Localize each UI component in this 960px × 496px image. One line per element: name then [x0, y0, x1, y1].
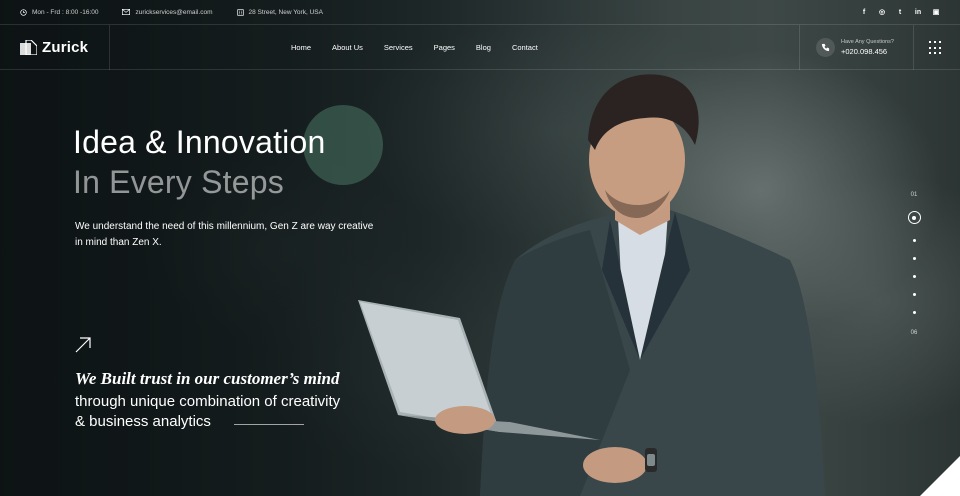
pager-dot[interactable]: [912, 257, 916, 260]
nav-item-blog[interactable]: Blog: [476, 43, 491, 52]
hero-title-line1: Idea & Innovation: [73, 124, 326, 160]
nav-item-services[interactable]: Services: [384, 43, 413, 52]
phone-icon: [816, 38, 835, 57]
social-links: f ◎ t in ▣: [860, 8, 940, 17]
email-text[interactable]: zurickservices@email.com: [135, 9, 212, 16]
tagline-divider: [234, 424, 304, 425]
contact-question: Have Any Questions?: [841, 39, 894, 45]
youtube-icon[interactable]: ▣: [932, 8, 940, 16]
hero-description: We understand the need of this millenniu…: [75, 221, 374, 248]
pager-first-number: 01: [910, 192, 918, 198]
pager-dot[interactable]: [912, 311, 916, 314]
pager-last-number: 06: [910, 330, 918, 336]
hero-title-line2: In Every Steps: [73, 164, 284, 200]
address-info: 28 Street, New York, USA: [236, 8, 323, 16]
top-info-bar: Mon - Frd : 8:00 -16:00 zurickservices@e…: [0, 0, 960, 25]
hero-person-image: [358, 74, 825, 496]
nav-item-home[interactable]: Home: [291, 43, 311, 52]
pager-dot[interactable]: [912, 239, 916, 242]
email-info[interactable]: zurickservices@email.com: [122, 9, 213, 16]
nav-item-about-us[interactable]: About Us: [332, 43, 363, 52]
nav-menu: Home About Us Services Pages Blog Contac…: [291, 25, 538, 70]
office-hours: Mon - Frd : 8:00 -16:00: [20, 9, 98, 16]
logo-mark-icon: [20, 40, 37, 55]
nav-item-contact[interactable]: Contact: [512, 43, 538, 52]
grid-menu-icon[interactable]: [929, 41, 943, 55]
contact-phone[interactable]: +020.098.456: [841, 47, 894, 56]
tagline-line1: through unique combination of creativity: [75, 393, 341, 410]
arrow-up-right-icon[interactable]: [74, 336, 92, 354]
clock-icon: [20, 8, 27, 16]
contact-box[interactable]: Have Any Questions? +020.098.456: [799, 25, 914, 70]
slider-pagination: 01 06: [898, 190, 930, 338]
contact-text: Have Any Questions? +020.098.456: [841, 39, 894, 56]
linkedin-icon[interactable]: in: [914, 9, 922, 16]
address-text: 28 Street, New York, USA: [248, 8, 323, 16]
instagram-icon[interactable]: ◎: [878, 8, 886, 16]
brand-name[interactable]: Zurick: [42, 39, 88, 56]
tagline-italic: We Built trust in our customer’s mind: [75, 369, 340, 388]
nav-item-pages[interactable]: Pages: [434, 43, 455, 52]
tagline-line2: & business analytics: [75, 413, 211, 430]
pager-active-dot[interactable]: [907, 211, 921, 224]
facebook-icon[interactable]: f: [860, 9, 868, 16]
building-icon: [236, 8, 244, 16]
twitter-icon[interactable]: t: [896, 9, 904, 16]
office-hours-text: Mon - Frd : 8:00 -16:00: [32, 8, 99, 16]
pager-dot[interactable]: [912, 293, 916, 296]
mail-icon: [122, 9, 131, 15]
pager-dot[interactable]: [912, 275, 916, 278]
main-navbar: Zurick Home About Us Services Pages Blog…: [0, 25, 960, 70]
brand-logo[interactable]: Zurick: [20, 25, 110, 70]
